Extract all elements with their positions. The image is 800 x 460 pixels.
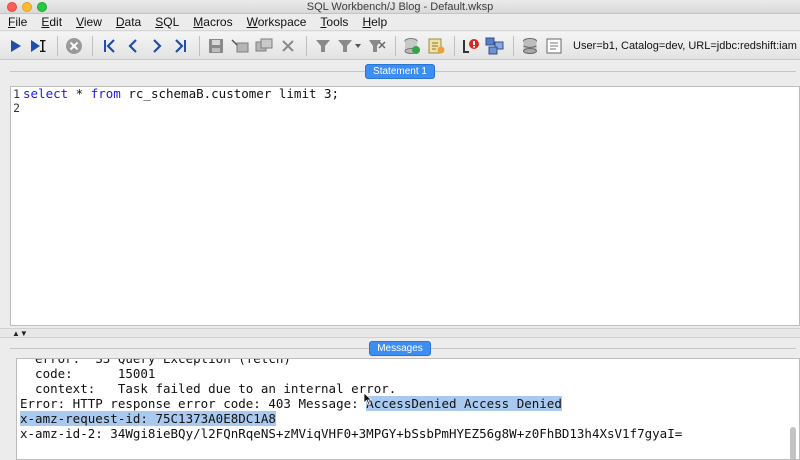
connection-info-button[interactable]	[543, 35, 565, 57]
last-statement-button[interactable]	[170, 35, 192, 57]
database-rollback-icon	[428, 38, 445, 53]
sql-keyword-select: select	[23, 86, 69, 101]
grid-icon	[485, 37, 504, 54]
sql-editor[interactable]: 1 2 select * from rc_schemaB.customer li…	[10, 86, 800, 326]
line-number: 1	[13, 87, 20, 101]
menu-workspace[interactable]: Workspace	[247, 15, 307, 29]
menu-bar: File Edit View Data SQL Macros Workspace…	[0, 14, 800, 31]
panel-splitter[interactable]: ▲▼	[0, 328, 800, 338]
toolbar: User=b1, Catalog=dev, URL=jdbc:redshift:…	[0, 32, 800, 60]
selected-text: x-amz-request-id: 75C1373A0E8DC1A8	[20, 411, 276, 426]
tab-messages[interactable]: Messages	[369, 340, 431, 356]
cancel-icon	[66, 37, 82, 54]
filter-dropdown-icon	[338, 39, 361, 52]
vertical-scrollbar[interactable]	[790, 427, 796, 459]
selected-text: AccessDenied Access Denied	[366, 396, 562, 411]
connect-button[interactable]	[519, 35, 541, 57]
menu-edit[interactable]: Edit	[41, 15, 62, 29]
sql-keyword-from: from	[90, 86, 121, 101]
menu-file[interactable]: File	[8, 15, 27, 29]
cancel-button[interactable]	[63, 35, 85, 57]
sql-code[interactable]: select * from rc_schemaB.customer limit …	[23, 87, 339, 101]
next-statement-button[interactable]	[146, 35, 168, 57]
insert-row-button[interactable]	[229, 35, 251, 57]
window-title: SQL Workbench/J Blog - Default.wksp	[306, 1, 494, 13]
copy-row-icon	[255, 38, 273, 51]
splitter-arrows-icon[interactable]: ▲▼	[12, 329, 28, 338]
messages-tab-strip: Messages	[0, 340, 800, 356]
save-button[interactable]	[205, 35, 227, 57]
chevron-right-icon	[153, 38, 162, 53]
show-errors-button[interactable]	[460, 35, 482, 57]
toolbar-separator	[57, 35, 58, 56]
commit-button[interactable]	[401, 35, 423, 57]
toolbar-separator	[513, 35, 514, 56]
message-line: context: Task failed due to an internal …	[20, 381, 397, 396]
connection-info-icon	[546, 38, 562, 53]
copy-row-button[interactable]	[253, 35, 275, 57]
message-line: error: S3 Query Exception (fetch)	[20, 358, 291, 366]
database-icon	[523, 37, 537, 54]
message-line: 165500	[20, 456, 682, 459]
menu-tools[interactable]: Tools	[320, 15, 348, 29]
toolbar-separator	[395, 35, 396, 56]
sql-text: rc_schemaB.customer limit 3;	[120, 86, 340, 101]
message-line: x-amz-id-2: 34Wgi8ieBQy/l2FQnRqeNS+zMViq…	[20, 426, 683, 441]
play-cursor-icon	[31, 39, 46, 52]
reset-filter-button[interactable]	[366, 35, 388, 57]
sql-text: *	[68, 86, 91, 101]
toolbar-separator	[199, 35, 200, 56]
last-icon	[175, 38, 186, 53]
tab-statement-1[interactable]: Statement 1	[365, 63, 435, 79]
filter-icon	[316, 39, 330, 52]
messages-panel[interactable]: error: S3 Query Exception (fetch) code: …	[16, 358, 800, 460]
message-line: x-amz-request-id: 75C1373A0E8DC1A8	[20, 411, 682, 426]
message-line	[20, 441, 682, 456]
window-maximize-button[interactable]	[37, 2, 47, 12]
database-explorer-button[interactable]	[484, 35, 506, 57]
filter-dropdown-button[interactable]	[336, 35, 364, 57]
chevron-left-icon	[128, 38, 137, 53]
execute-current-button[interactable]	[28, 35, 50, 57]
insert-row-icon	[231, 38, 249, 52]
menu-macros[interactable]: Macros	[193, 15, 232, 29]
first-statement-button[interactable]	[98, 35, 120, 57]
messages-text[interactable]: error: S3 Query Exception (fetch) code: …	[20, 358, 683, 459]
menu-sql[interactable]: SQL	[155, 15, 179, 29]
mouse-cursor-icon	[363, 392, 373, 406]
rollback-button[interactable]	[425, 35, 447, 57]
toolbar-separator	[92, 35, 93, 56]
reset-filter-icon	[369, 39, 386, 52]
line-number: 2	[13, 101, 20, 115]
save-icon	[209, 38, 223, 53]
window-close-button[interactable]	[7, 2, 17, 12]
message-line: Error: HTTP response error code: 403 Mes…	[20, 396, 562, 411]
filter-button[interactable]	[312, 35, 334, 57]
message-line: code: 15001	[20, 366, 156, 381]
statement-tab-strip: Statement 1	[0, 63, 800, 79]
previous-statement-button[interactable]	[122, 35, 144, 57]
line-number-gutter: 1 2	[11, 87, 21, 325]
delete-icon	[282, 39, 294, 52]
toolbar-separator	[306, 35, 307, 56]
menu-data[interactable]: Data	[116, 15, 141, 29]
database-commit-icon	[404, 37, 420, 54]
play-icon	[11, 39, 21, 52]
connection-info-text: User=b1, Catalog=dev, URL=jdbc:redshift:…	[573, 39, 797, 52]
toolbar-separator	[454, 35, 455, 56]
execute-button[interactable]	[4, 35, 26, 57]
first-icon	[104, 38, 115, 53]
title-bar: SQL Workbench/J Blog - Default.wksp	[0, 0, 800, 14]
delete-row-button[interactable]	[277, 35, 299, 57]
menu-view[interactable]: View	[76, 15, 102, 29]
error-icon	[463, 38, 479, 53]
window-minimize-button[interactable]	[22, 2, 32, 12]
menu-help[interactable]: Help	[362, 15, 387, 29]
